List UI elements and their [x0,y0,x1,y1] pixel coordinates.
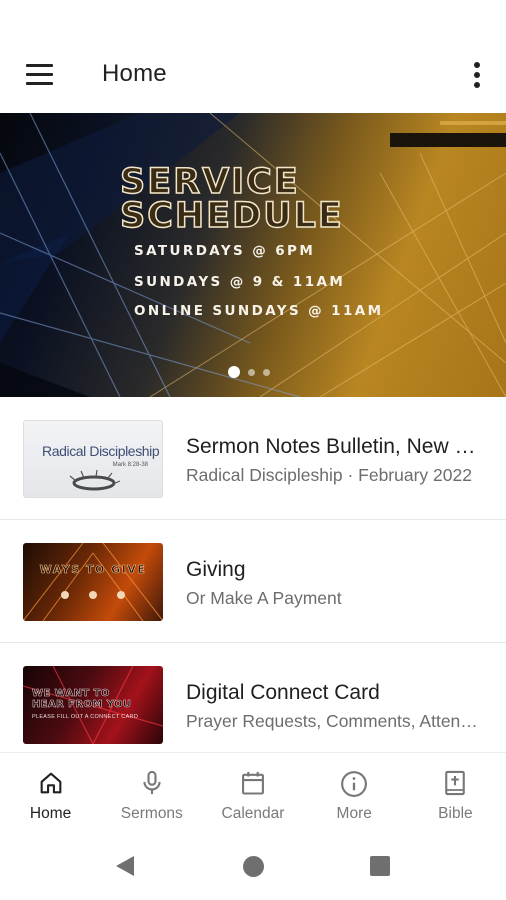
status-bar [0,0,506,38]
sermon-notes-thumbnail: Radical Discipleship Mark 8:28-38 [23,420,163,498]
nav-label: Bible [438,805,473,822]
item-title: Digital Connect Card [186,681,380,704]
banner-title-line2: SCHEDULE [119,196,344,236]
item-subtitle: Radical Discipleship · February 2022 [186,465,472,485]
nav-sermons[interactable]: Sermons [101,753,202,834]
banner-schedule-line: SUNDAYS @ 9 & 11AM [134,274,346,290]
nav-home[interactable]: Home [0,753,101,834]
banner-schedule-line: SATURDAYS @ 6PM [134,243,316,259]
carousel-dot[interactable] [248,368,255,376]
thumbnail-caption: Radical Discipleship [42,443,160,459]
home-icon [40,772,61,794]
item-title: Giving [186,558,246,581]
content-list: Radical Discipleship Mark 8:28-38 Sermon… [0,397,506,766]
recents-square-icon[interactable] [370,856,390,876]
banner-title-line1: SERVICE [119,162,300,202]
service-schedule-banner[interactable]: SERVICE SCHEDULE SATURDAYS @ 6PM SUNDAYS… [0,113,506,397]
thumbnail-caption: WAYS TO GIVE [39,563,147,577]
nav-calendar[interactable]: Calendar [202,753,303,834]
carousel-dot-active[interactable] [228,366,240,378]
nav-label: Home [29,805,72,822]
list-item-sermon-notes[interactable]: Radical Discipleship Mark 8:28-38 Sermon… [0,397,506,520]
connect-card-thumbnail: WE WANT TO HEAR FROM YOU PLEASE FILL OUT… [23,666,163,744]
nav-more[interactable]: More [304,753,405,834]
carousel-dot[interactable] [263,368,270,376]
thumbnail-caption-line1: WE WANT TO [32,688,110,700]
thumbnail-subcaption: PLEASE FILL OUT A CONNECT CARD [32,714,139,720]
microphone-icon [143,770,161,795]
carousel-indicator [228,366,270,378]
giving-thumbnail: WAYS TO GIVE [23,543,163,621]
home-circle-icon[interactable] [243,856,264,877]
list-item-connect-card[interactable]: WE WANT TO HEAR FROM YOU PLEASE FILL OUT… [0,643,506,766]
list-item-giving[interactable]: WAYS TO GIVE Giving Or Make A Payment [0,520,506,643]
giving-thumbnail-art [23,543,163,621]
hamburger-menu-icon[interactable] [26,64,54,86]
page-title: Home [102,60,167,87]
info-icon [341,771,368,797]
item-subtitle: Prayer Requests, Comments, Attendance [186,711,486,731]
thumbnail-scripture-ref: Mark 8:28-38 [112,462,148,468]
item-title: Sermon Notes Bulletin, New Members [186,435,486,458]
back-icon[interactable] [116,856,134,876]
crown-of-thorns-icon [69,469,121,491]
banner-schedule-line: ONLINE SUNDAYS @ 11AM [134,303,384,319]
app-bar: Home [0,38,506,112]
calendar-icon [242,771,264,795]
item-subtitle: Or Make A Payment [186,588,342,608]
bible-icon [445,770,466,796]
nav-label: Sermons [120,805,183,822]
nav-bible[interactable]: Bible [405,753,506,834]
nav-label: More [336,805,372,822]
banner-title: SERVICE SCHEDULE [119,162,344,236]
bottom-navigation: Home Sermons Calendar More Bible [0,752,506,834]
thumbnail-caption: WE WANT TO HEAR FROM YOU [32,688,132,711]
nav-label: Calendar [221,805,285,822]
more-vert-icon[interactable] [470,62,484,88]
system-navigation-bar [0,834,506,900]
thumbnail-caption-line2: HEAR FROM YOU [32,699,132,711]
